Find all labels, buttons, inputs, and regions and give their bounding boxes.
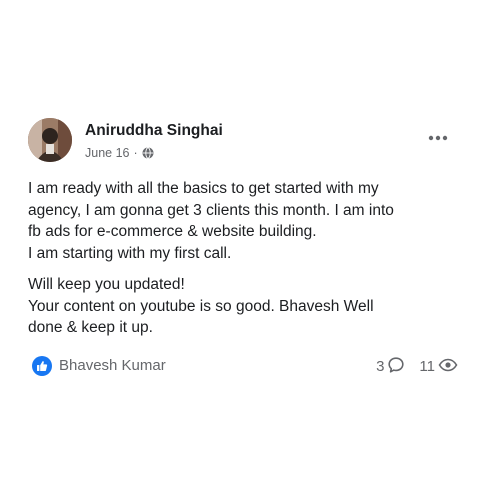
post-line: I am starting with my first call.	[28, 244, 232, 262]
post-body: I am ready with all the basics to get st…	[28, 178, 458, 339]
view-count[interactable]: 11	[419, 357, 458, 377]
avatar[interactable]	[28, 118, 72, 162]
post-line: done & keep it up.	[28, 319, 153, 336]
like-icon	[32, 355, 52, 376]
reactor-name: Bhavesh Kumar	[59, 357, 166, 374]
author-name[interactable]: Aniruddha Singhai	[85, 122, 223, 140]
post-line: Your content on youtube is so good. Bhav…	[28, 297, 374, 315]
more-options-icon[interactable]	[426, 128, 450, 148]
avatar-image	[28, 118, 72, 162]
post-paragraph: I am ready with all the basics to get st…	[28, 178, 458, 264]
view-count-value: 11	[419, 358, 435, 375]
globe-icon[interactable]	[142, 147, 154, 159]
post-paragraph: Will keep you updated! Your content on y…	[28, 274, 458, 339]
comment-icon	[387, 356, 405, 378]
post-line: Will keep you updated!	[28, 276, 185, 293]
meta-separator: ·	[133, 146, 138, 160]
reaction-summary[interactable]: Bhavesh Kumar	[32, 355, 166, 376]
post-meta: June 16 ·	[85, 146, 154, 160]
comment-count-value: 3	[376, 358, 385, 375]
post-stats: 3 11	[376, 356, 458, 378]
post-line: fb ads for e-commerce & website building…	[28, 223, 317, 240]
post-line: agency, I am gonna get 3 clients this mo…	[28, 201, 394, 219]
post-line: I am ready with all the basics to get st…	[28, 180, 379, 197]
comment-count[interactable]: 3	[376, 356, 405, 378]
post-header: Aniruddha Singhai June 16 ·	[28, 118, 472, 168]
post-date[interactable]: June 16	[85, 146, 129, 160]
post-card: Aniruddha Singhai June 16 · I am ready w…	[28, 118, 472, 381]
post-footer: Bhavesh Kumar 3 11	[28, 355, 472, 381]
eye-icon	[438, 357, 458, 377]
